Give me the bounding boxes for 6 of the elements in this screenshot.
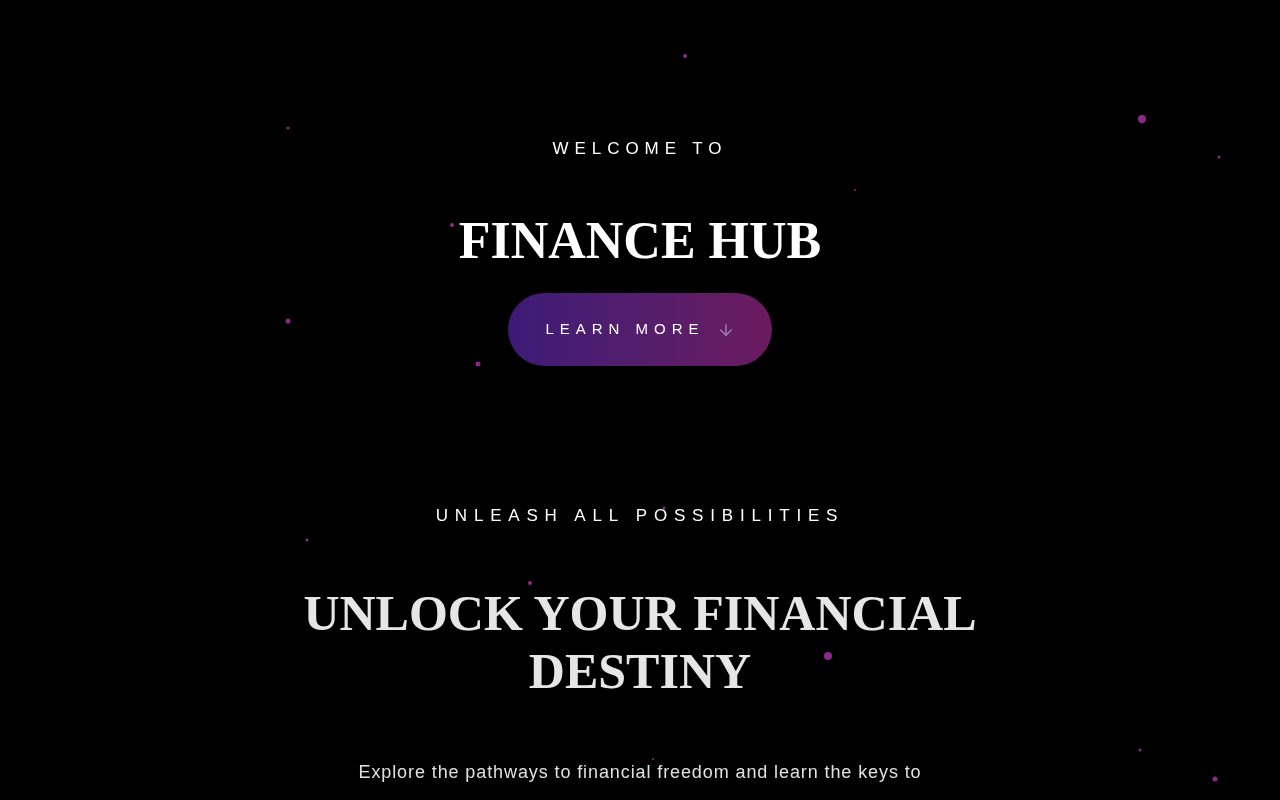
section-eyebrow: UNLEASH ALL POSSIBILITIES — [435, 506, 845, 526]
learn-more-button[interactable]: LEARN MORE — [508, 293, 772, 366]
hero-title: FINANCE HUB — [458, 211, 822, 271]
section-title: UNLOCK YOUR FINANCIAL DESTINY — [302, 584, 978, 700]
section-paragraph: Explore the pathways to financial freedom and learn the keys to — [358, 762, 922, 782]
eyebrow-text: WELCOME TO — [552, 139, 728, 159]
